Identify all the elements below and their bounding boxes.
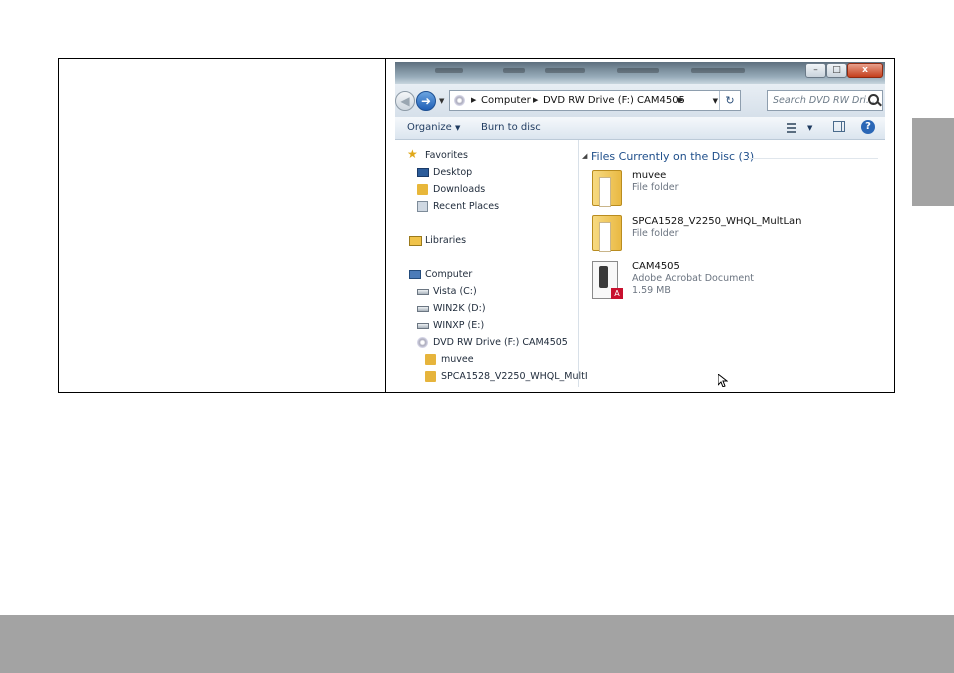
organize-button[interactable]: Organize ▼	[407, 122, 460, 133]
breadcrumb-separator-icon[interactable]: ▶	[533, 96, 538, 104]
desktop-icon	[417, 168, 429, 177]
group-header[interactable]: Files Currently on the Disc (3)	[591, 150, 754, 163]
address-bar[interactable]: ▶ Computer ▶ DVD RW Drive (F:) CAM4505 ▶…	[449, 90, 741, 111]
folder-icon	[425, 371, 436, 382]
folder-icon	[425, 354, 436, 365]
help-icon[interactable]: ?	[861, 120, 875, 134]
burn-to-disc-button[interactable]: Burn to disc	[481, 122, 541, 133]
file-type: File folder	[632, 228, 679, 239]
view-dropdown-icon[interactable]: ▼	[807, 124, 812, 132]
forward-button[interactable]: ➜	[416, 91, 436, 111]
close-button[interactable]: x	[847, 63, 883, 78]
hard-drive-icon	[417, 289, 429, 295]
disc-icon	[454, 95, 465, 106]
page-side-tab	[912, 118, 954, 206]
recent-places-icon	[417, 201, 428, 212]
breadcrumb-separator-icon[interactable]: ▶	[678, 96, 683, 104]
disc-icon	[417, 337, 428, 348]
file-name: CAM4505	[632, 261, 680, 272]
window-titlebar: – □ x	[395, 62, 885, 84]
file-type: File folder	[632, 182, 679, 193]
history-dropdown-icon[interactable]: ▼	[439, 97, 444, 105]
computer-icon	[409, 270, 421, 279]
mouse-pointer-icon	[717, 372, 729, 387]
change-view-icon[interactable]	[787, 121, 801, 133]
search-placeholder: Search DVD RW Dri...	[773, 95, 875, 106]
explorer-screenshot: – □ x ◀ ➜ ▼ ▶ Computer ▶ DVD RW Drive (F…	[395, 62, 885, 387]
command-toolbar: Organize ▼ Burn to disc ▼ ?	[395, 117, 885, 140]
breadcrumb-dvd-drive[interactable]: DVD RW Drive (F:) CAM4505	[543, 95, 685, 106]
collapse-group-icon[interactable]: ◢	[582, 152, 587, 160]
file-name: muvee	[632, 170, 667, 181]
table-divider	[385, 58, 386, 393]
search-input[interactable]: Search DVD RW Dri...	[767, 90, 883, 111]
star-icon: ★	[407, 147, 418, 161]
preview-pane-icon[interactable]	[833, 121, 845, 132]
refresh-icon[interactable]: ↻	[719, 91, 740, 110]
file-size: 1.59 MB	[632, 285, 671, 296]
file-name: SPCA1528_V2250_WHQL_MultLan	[632, 216, 802, 227]
hard-drive-icon	[417, 323, 429, 329]
hard-drive-icon	[417, 306, 429, 312]
downloads-icon	[417, 184, 428, 195]
group-divider	[748, 158, 878, 159]
libraries-icon	[409, 236, 422, 246]
address-row: ◀ ➜ ▼ ▶ Computer ▶ DVD RW Drive (F:) CAM…	[395, 84, 885, 117]
pdf-document-icon: A	[592, 261, 623, 299]
search-icon[interactable]	[868, 94, 879, 105]
back-button[interactable]: ◀	[395, 91, 415, 111]
file-type: Adobe Acrobat Document	[632, 273, 754, 284]
folder-icon	[592, 170, 622, 207]
minimize-button[interactable]: –	[805, 63, 826, 78]
folder-icon	[592, 215, 622, 252]
navigation-pane: ★ Favorites Desktop Downloads Recent Pla…	[395, 140, 588, 387]
page-footer-bar	[0, 615, 954, 673]
maximize-button[interactable]: □	[826, 63, 847, 78]
breadcrumb-computer[interactable]: Computer	[481, 95, 531, 106]
breadcrumb-separator-icon[interactable]: ▶	[471, 96, 476, 104]
address-dropdown-icon[interactable]: ▼	[713, 97, 718, 105]
